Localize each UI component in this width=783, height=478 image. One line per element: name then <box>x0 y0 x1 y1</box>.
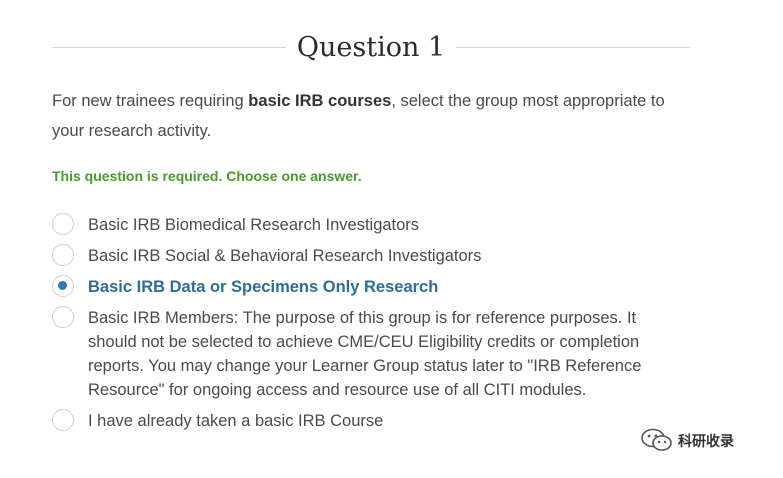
radio-button[interactable] <box>52 306 74 328</box>
question-prompt: For new trainees requiring basic IRB cou… <box>52 86 692 146</box>
answer-option-irb-members[interactable]: Basic IRB Members: The purpose of this g… <box>52 306 672 402</box>
prompt-text-before: For new trainees requiring <box>52 92 249 110</box>
header-divider-left <box>52 47 286 48</box>
answer-option-label: Basic IRB Social & Behavioral Research I… <box>88 247 482 265</box>
required-notice: This question is required. Choose one an… <box>52 168 362 184</box>
answer-option-social-behavioral[interactable]: Basic IRB Social & Behavioral Research I… <box>52 244 672 268</box>
header-divider-right <box>456 47 690 48</box>
radio-button[interactable] <box>52 213 74 235</box>
question-title: Question 1 <box>296 32 446 63</box>
answer-option-label: Basic IRB Biomedical Research Investigat… <box>88 216 420 234</box>
radio-button[interactable] <box>52 244 74 266</box>
answer-option-label: I have already taken a basic IRB Course <box>88 412 384 430</box>
radio-selected-dot <box>58 281 67 290</box>
answer-option-biomedical[interactable]: Basic IRB Biomedical Research Investigat… <box>52 213 672 237</box>
watermark-text: 科研收录 <box>678 433 734 449</box>
answer-option-label: Basic IRB Members: The purpose of this g… <box>88 309 642 399</box>
answer-option-data-specimens[interactable]: Basic IRB Data or Specimens Only Researc… <box>52 275 672 299</box>
radio-button-selected[interactable] <box>52 275 74 297</box>
question-header: Question 1 <box>52 28 690 68</box>
answer-option-label: Basic IRB Data or Specimens Only Researc… <box>88 278 439 296</box>
radio-button[interactable] <box>52 409 74 431</box>
wechat-icon <box>640 428 674 452</box>
answer-option-already-taken[interactable]: I have already taken a basic IRB Course <box>52 409 672 433</box>
prompt-text-bold: basic IRB courses <box>248 92 392 110</box>
